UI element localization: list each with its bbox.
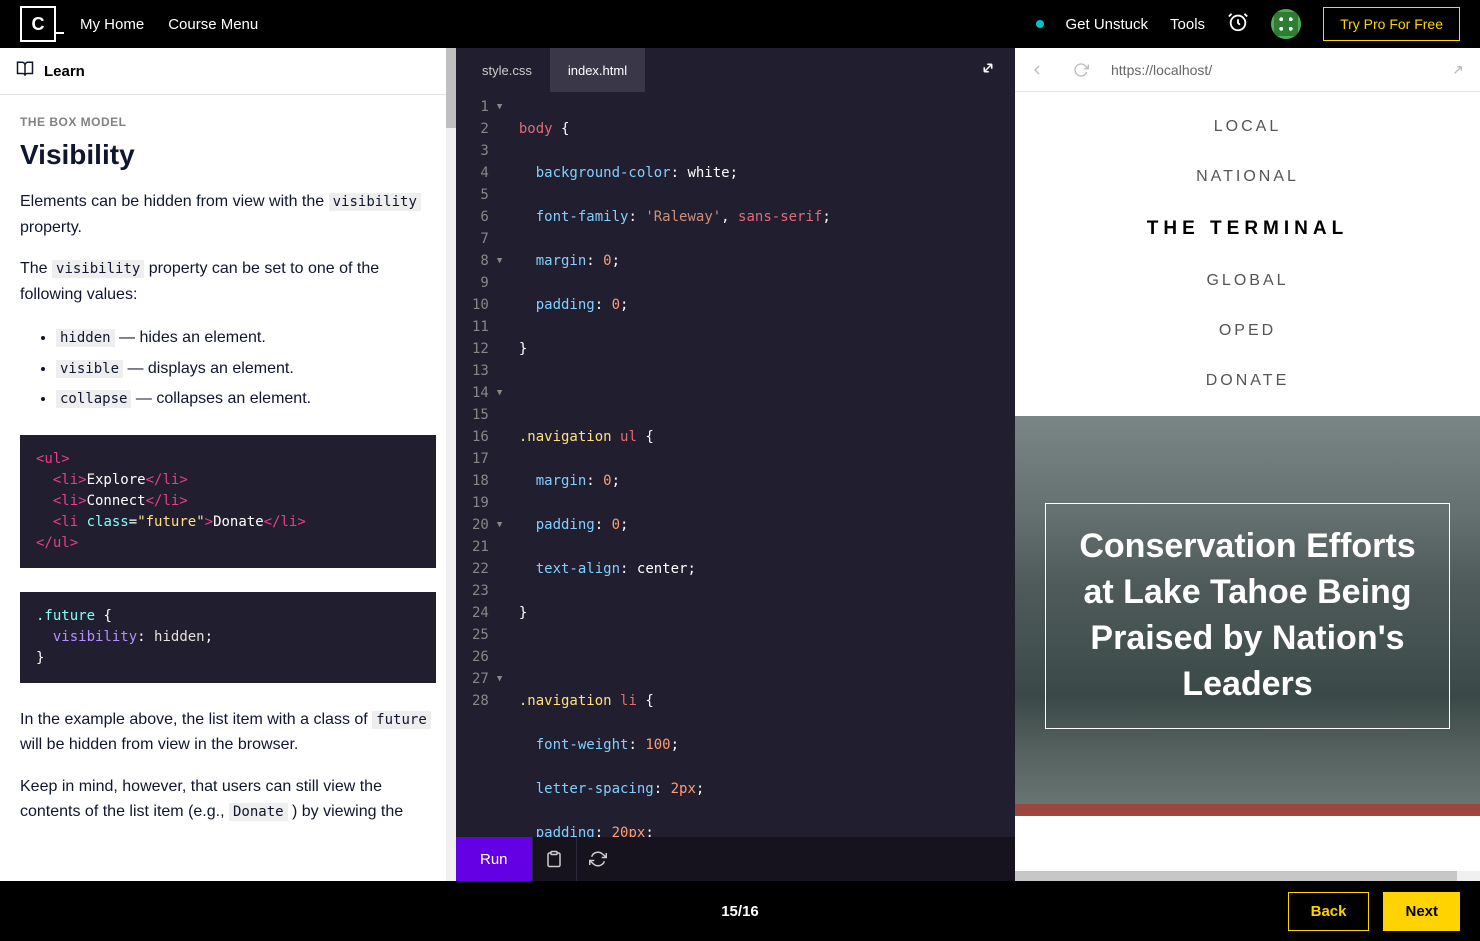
codecademy-logo[interactable]: C [20, 6, 56, 42]
scrollbar[interactable] [446, 48, 456, 881]
code-editor[interactable]: 1234567891011121314151617181920212223242… [456, 92, 1015, 837]
nav-tools[interactable]: Tools [1170, 16, 1205, 33]
list-item: collapse — collapses an element. [56, 384, 436, 414]
text: Elements can be hidden from view with th… [20, 193, 329, 210]
lesson-paragraph: Elements can be hidden from view with th… [20, 189, 436, 240]
inline-code: future [372, 711, 431, 729]
alarm-clock-icon[interactable] [1227, 11, 1249, 38]
nav-my-home[interactable]: My Home [80, 16, 144, 33]
line-numbers: 1234567891011121314151617181920212223242… [456, 92, 497, 837]
preview-nav: LOCAL NATIONAL THE TERMINAL GLOBAL OPED … [1015, 92, 1480, 416]
editor-panel: style.css index.html 1234567891011121314… [456, 48, 1015, 881]
back-arrow-icon[interactable] [1015, 48, 1059, 92]
top-navigation: C My Home Course Menu Get Unstuck Tools … [0, 0, 1480, 48]
lesson-header: Learn [0, 48, 456, 95]
text: ) by viewing the [288, 803, 404, 820]
fold-column: ▼▼▼▼▼ [497, 92, 511, 837]
text: — hides an element. [115, 329, 266, 346]
inline-code: visible [56, 360, 123, 378]
text: — displays an element. [123, 360, 294, 377]
back-button[interactable]: Back [1288, 892, 1370, 931]
inline-code: visibility [329, 193, 421, 211]
lesson-paragraph: In the example above, the list item with… [20, 707, 436, 758]
progress-indicator: 15/16 [721, 903, 759, 920]
preview-nav-item: OPED [1015, 306, 1480, 356]
refresh-icon[interactable] [576, 837, 620, 881]
lesson-eyebrow: THE BOX MODEL [20, 115, 436, 129]
next-button[interactable]: Next [1383, 892, 1460, 931]
text: property. [20, 219, 82, 236]
inline-code: hidden [56, 329, 115, 347]
nav-course-menu[interactable]: Course Menu [168, 16, 258, 33]
editor-tabs: style.css index.html [456, 48, 1015, 92]
code-example-html: <ul> <li>Explore</li> <li>Connect</li> <… [20, 435, 436, 568]
footer-bar: 15/16 Back Next [0, 881, 1480, 941]
tab-index-html[interactable]: index.html [550, 48, 645, 92]
list-item: visible — displays an element. [56, 354, 436, 384]
lesson-header-label: Learn [44, 63, 85, 80]
lesson-paragraph: Keep in mind, however, that users can st… [20, 774, 436, 825]
text: — collapses an element. [131, 390, 311, 407]
status-dot-icon [1036, 20, 1044, 28]
inline-code: Donate [229, 803, 288, 821]
lesson-panel: Learn THE BOX MODEL Visibility Elements … [0, 48, 456, 881]
code-content[interactable]: body { background-color: white; font-fam… [511, 92, 1015, 837]
preview-banner: Conservation Efforts at Lake Tahoe Being… [1015, 416, 1480, 816]
preview-panel: LOCAL NATIONAL THE TERMINAL GLOBAL OPED … [1015, 48, 1480, 881]
preview-nav-item: NATIONAL [1015, 152, 1480, 202]
reload-icon[interactable] [1059, 48, 1103, 92]
expand-icon[interactable] [969, 59, 1007, 82]
expand-preview-icon[interactable] [1436, 48, 1480, 92]
main-area: Learn THE BOX MODEL Visibility Elements … [0, 48, 1480, 881]
topbar-left: C My Home Course Menu [20, 6, 258, 42]
url-input[interactable] [1103, 62, 1436, 78]
text: The [20, 260, 52, 277]
lesson-content: THE BOX MODEL Visibility Elements can be… [0, 95, 456, 881]
code-example-css: .future { visibility: hidden; } [20, 592, 436, 683]
preview-nav-item: GLOBAL [1015, 256, 1480, 306]
footer-actions: Back Next [1288, 892, 1460, 931]
nav-get-unstuck[interactable]: Get Unstuck [1066, 16, 1149, 33]
user-avatar[interactable] [1271, 9, 1301, 39]
preview-viewport[interactable]: LOCAL NATIONAL THE TERMINAL GLOBAL OPED … [1015, 92, 1480, 881]
lesson-title: Visibility [20, 139, 436, 171]
text: will be hidden from view in the browser. [20, 736, 298, 753]
preview-nav-item: LOCAL [1015, 102, 1480, 152]
scrollbar-thumb[interactable] [446, 48, 456, 128]
try-pro-button[interactable]: Try Pro For Free [1323, 7, 1460, 41]
preview-toolbar [1015, 48, 1480, 92]
bullet-list: hidden — hides an element. visible — dis… [20, 323, 436, 414]
preview-headline: Conservation Efforts at Lake Tahoe Being… [1045, 503, 1450, 729]
clipboard-icon[interactable] [532, 837, 576, 881]
lesson-paragraph: The visibility property can be set to on… [20, 256, 436, 307]
inline-code: visibility [52, 260, 144, 278]
preview-nav-logo: THE TERMINAL [1015, 202, 1480, 256]
tab-style-css[interactable]: style.css [464, 48, 550, 92]
topbar-right: Get Unstuck Tools Try Pro For Free [1036, 7, 1461, 41]
preview-nav-item: DONATE [1015, 356, 1480, 406]
book-icon [16, 60, 34, 82]
preview-scrollbar[interactable] [1015, 871, 1480, 881]
editor-toolbar: Run [456, 837, 1015, 881]
run-button[interactable]: Run [456, 837, 532, 881]
list-item: hidden — hides an element. [56, 323, 436, 353]
text: In the example above, the list item with… [20, 711, 372, 728]
inline-code: collapse [56, 390, 131, 408]
preview-scrollbar-thumb[interactable] [1015, 871, 1457, 881]
